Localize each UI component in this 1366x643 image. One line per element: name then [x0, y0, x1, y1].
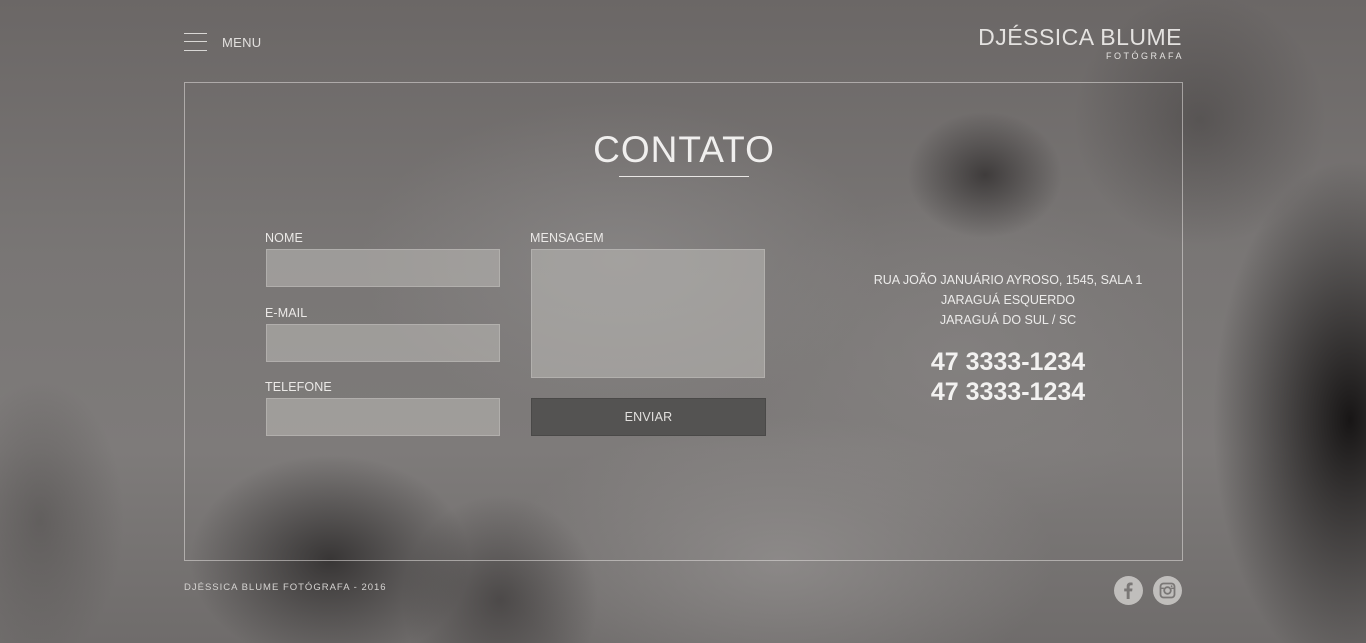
facebook-icon: [1124, 582, 1133, 599]
hamburger-icon: [184, 33, 207, 51]
menu-button[interactable]: MENU: [184, 33, 261, 51]
address-line-city: JARAGUÁ DO SUL / SC: [939, 313, 1077, 327]
phone-number: 47 3333-1234: [930, 348, 1086, 376]
facebook-link[interactable]: [1114, 576, 1143, 605]
page-title: CONTATO: [593, 129, 775, 170]
address-line-street: RUA JOÃO JANUÁRIO AYROSO, 1545, SALA 1: [873, 273, 1143, 287]
phone-number: 47 3333-1234: [930, 378, 1086, 406]
email-field[interactable]: [266, 324, 500, 362]
phone-field[interactable]: [266, 398, 500, 436]
copyright-text: DJÉSSICA BLUME FOTÓGRAFA - 2016: [184, 582, 387, 593]
name-label: NOME: [265, 231, 303, 245]
contact-panel: CONTATO NOME E-MAIL TELEFONE MENSAGEM EN…: [184, 82, 1183, 561]
message-field[interactable]: [531, 249, 765, 378]
email-label: E-MAIL: [265, 306, 308, 320]
phone-numbers: 47 3333-1234 47 3333-1234: [845, 347, 1171, 407]
message-label: MENSAGEM: [530, 231, 604, 245]
send-button[interactable]: ENVIAR: [531, 398, 766, 436]
menu-label: MENU: [222, 34, 262, 50]
instagram-link[interactable]: [1153, 576, 1182, 605]
phone-label: TELEFONE: [265, 380, 332, 394]
address-block: RUA JOÃO JANUÁRIO AYROSO, 1545, SALA 1 J…: [845, 270, 1171, 330]
logo-name: DJÉSSICA BLUME: [978, 24, 1182, 50]
title-underline: [619, 176, 749, 177]
name-field[interactable]: [266, 249, 500, 287]
logo[interactable]: DJÉSSICA BLUME FOTÓGRAFA: [978, 24, 1182, 62]
instagram-icon: [1159, 582, 1176, 599]
logo-subtitle: FOTÓGRAFA: [1105, 51, 1184, 61]
address-line-district: JARAGUÁ ESQUERDO: [940, 293, 1076, 307]
